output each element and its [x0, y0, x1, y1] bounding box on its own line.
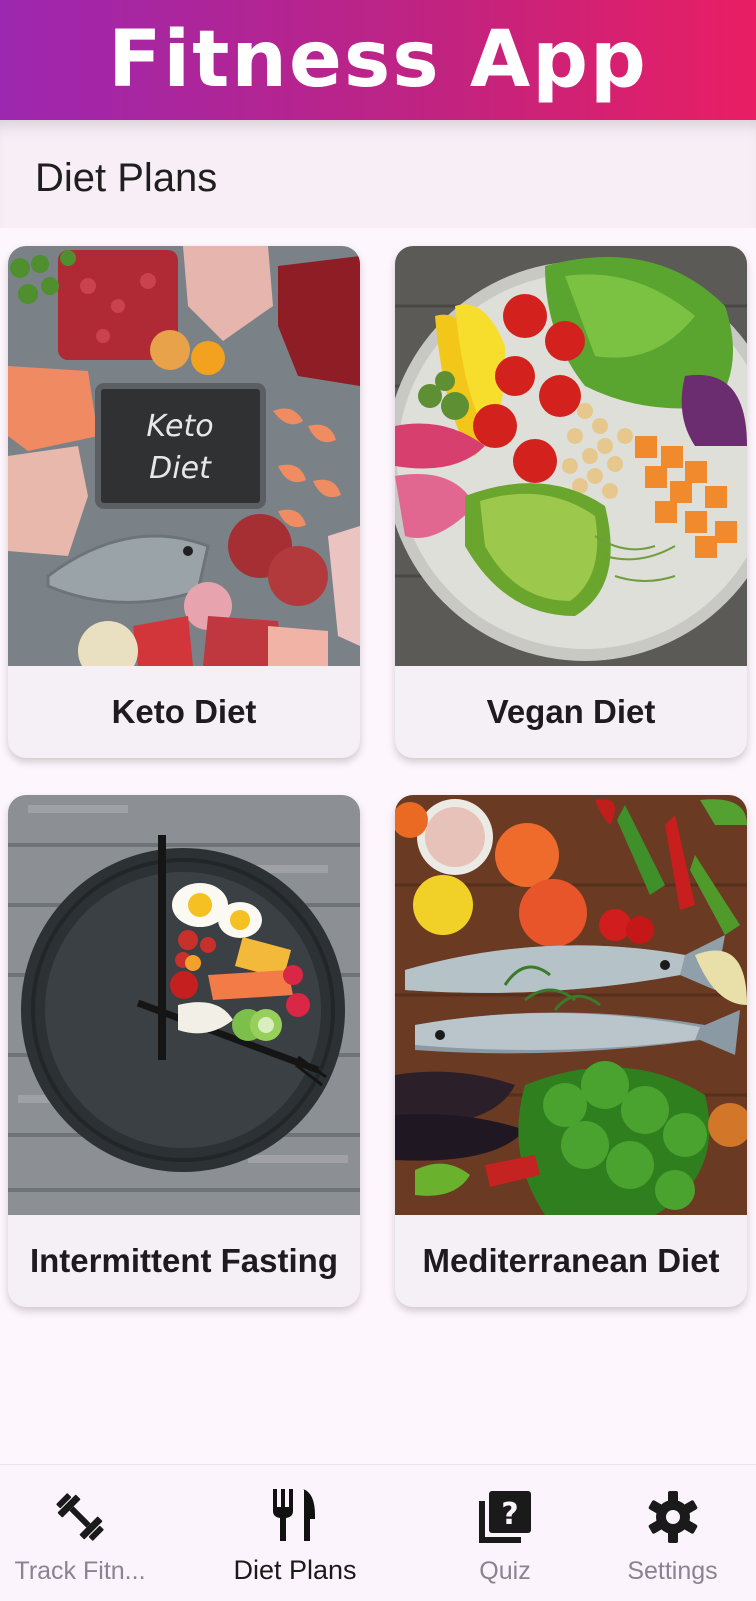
diet-card-label: Vegan Diet [486, 693, 656, 730]
bottom-navigation: Track Fitn... Diet Plans ? Quiz Settings [0, 1464, 756, 1601]
nav-label: Settings [627, 1557, 718, 1585]
diet-card-keto[interactable]: Keto Diet Keto Diet [8, 246, 360, 758]
page-title-bar: Diet Plans [0, 120, 756, 228]
app-title: Fitness App [108, 15, 648, 105]
gear-icon [648, 1491, 697, 1543]
diet-card-intermittent-fasting[interactable]: Intermittent Fasting [8, 795, 360, 1307]
quiz-icon: ? [479, 1491, 531, 1543]
nav-label: Quiz [479, 1557, 531, 1585]
diet-card-label: Keto Diet [111, 693, 257, 730]
clock-plate-photo [8, 795, 360, 1215]
diet-card-label: Intermittent Fasting [29, 1242, 338, 1279]
keto-foods-photo: Keto Diet [8, 246, 360, 666]
diet-card-label: Mediterranean Diet [422, 1242, 720, 1279]
nav-item-settings[interactable]: Settings [600, 1465, 745, 1601]
vegan-bowl-photo [395, 246, 747, 666]
svg-text:?: ? [501, 1497, 518, 1532]
nav-label: Track Fitn... [14, 1557, 146, 1585]
fish-vegetables-photo [395, 795, 747, 1215]
nav-label: Diet Plans [233, 1555, 357, 1585]
page-title: Diet Plans [35, 156, 218, 200]
fork-knife-icon [273, 1489, 315, 1541]
diet-card-mediterranean[interactable]: Mediterranean Diet [395, 795, 747, 1307]
diet-card-vegan[interactable]: Vegan Diet [395, 246, 747, 758]
nav-item-track-fitness[interactable]: Track Fitn... [0, 1465, 160, 1601]
nav-item-diet-plans[interactable]: Diet Plans [200, 1465, 390, 1601]
svg-text:Diet: Diet [149, 451, 212, 486]
svg-text:Keto: Keto [146, 409, 213, 444]
dumbbell-icon [56, 1493, 104, 1541]
app-header: Fitness App [0, 0, 756, 120]
nav-item-quiz[interactable]: ? Quiz [440, 1465, 570, 1601]
